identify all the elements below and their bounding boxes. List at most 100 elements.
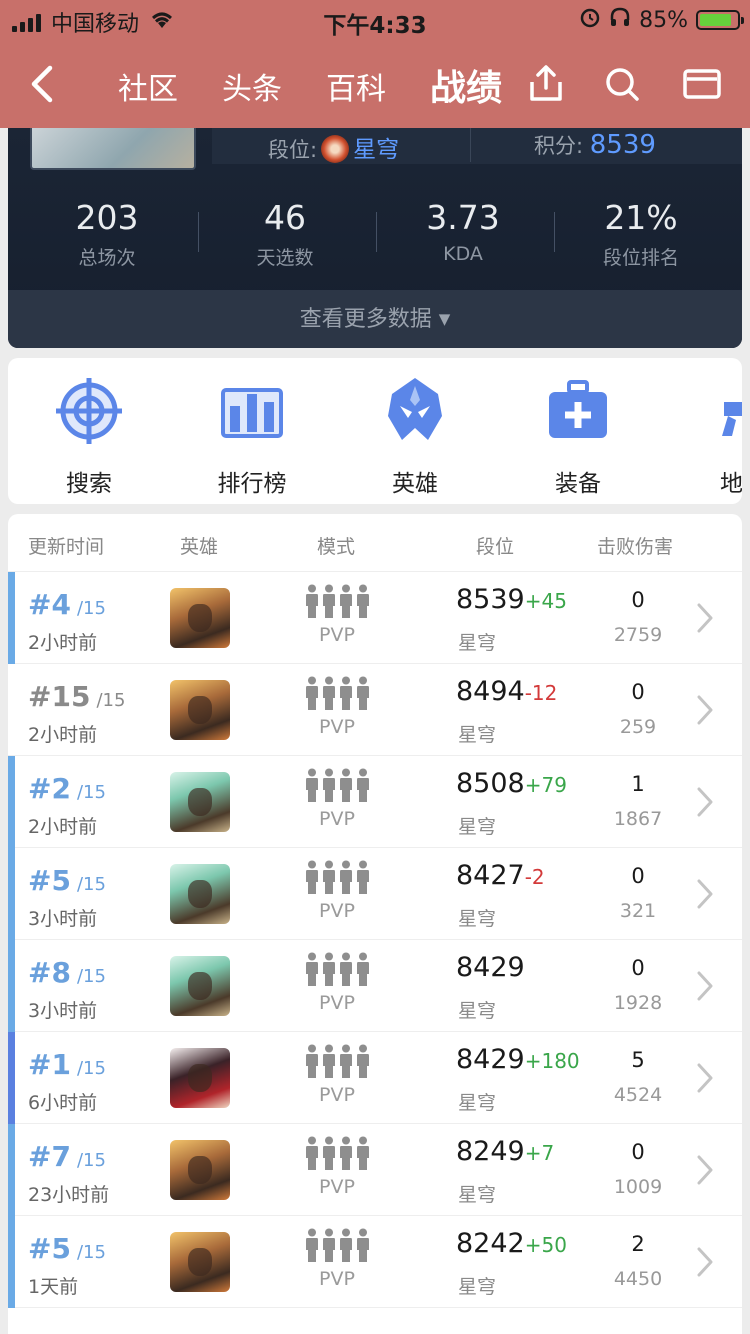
table-row[interactable]: #15/15 2小时前 PVP 8494-12 星穹 0 259	[8, 664, 742, 756]
score-cell: 8539+45	[456, 584, 567, 615]
placement-number: #1	[28, 1048, 71, 1081]
score-delta: +7	[524, 1141, 555, 1165]
updated-time: 2小时前	[28, 724, 98, 746]
tab-community[interactable]: 社区	[118, 64, 178, 108]
damage-value: 1928	[613, 992, 663, 1014]
menu-search[interactable]: 搜索	[14, 376, 164, 498]
menu-equipment[interactable]: 装备	[503, 376, 653, 498]
hero-avatar[interactable]	[170, 864, 230, 924]
updated-time: 6小时前	[28, 1092, 98, 1114]
table-row[interactable]: #2/15 2小时前 PVP 8508+79 星穹 1 1867	[8, 756, 742, 848]
chevron-right-icon	[697, 787, 713, 817]
kills-value: 1	[631, 772, 645, 796]
score-cell: 8249+7	[456, 1136, 554, 1167]
rank-emblem-icon	[321, 135, 350, 163]
search-icon[interactable]	[602, 64, 642, 104]
tab-records[interactable]: 战绩	[430, 59, 502, 111]
mode-cell: PVP	[302, 1136, 372, 1198]
hero-avatar[interactable]	[170, 680, 230, 740]
avatar[interactable]	[30, 128, 196, 170]
placement-number: #2	[28, 772, 71, 805]
rank-name: 星穹	[458, 1184, 497, 1206]
chevron-right-icon	[697, 1063, 713, 1093]
mode-cell: PVP	[302, 952, 372, 1014]
four-players-icon	[302, 676, 372, 710]
highlight-bar	[8, 848, 15, 940]
placement-number: #7	[28, 1140, 71, 1173]
mode-cell: PVP	[302, 1044, 372, 1106]
placement: #4/15	[28, 588, 106, 621]
rank-name: 星穹	[458, 1092, 497, 1114]
placement: #1/15	[28, 1048, 106, 1081]
score-cell: 8508+79	[456, 768, 567, 799]
placement-total: /15	[76, 598, 106, 619]
placement-total: /15	[76, 1058, 106, 1079]
score-cell: 8242+50	[456, 1228, 567, 1259]
damage-value: 4524	[613, 1084, 663, 1106]
kills-value: 0	[631, 956, 645, 980]
menu-label: 英雄	[392, 471, 438, 497]
hero-avatar[interactable]	[170, 956, 230, 1016]
score-delta: -2	[524, 865, 545, 889]
stat-kda: 3.73 KDA	[378, 198, 548, 265]
menu-map[interactable]: 地	[666, 376, 742, 498]
placement-number: #8	[28, 956, 71, 989]
score-value: 8429	[456, 952, 525, 983]
score-value: 8249	[456, 1136, 525, 1167]
menu-heroes[interactable]: 英雄	[340, 376, 490, 498]
rank-label: 段位:	[268, 138, 318, 162]
rank-name: 星穹	[458, 1000, 497, 1022]
stat-label: 总场次	[78, 247, 136, 269]
four-players-icon	[302, 768, 372, 802]
back-arrow-icon[interactable]	[24, 62, 64, 106]
menu-leaderboard[interactable]: 排行榜	[177, 376, 327, 498]
rank-name: 星穹	[458, 816, 497, 838]
placement: #8/15	[28, 956, 106, 989]
stat-value: 3.73	[426, 198, 500, 237]
header-mode: 模式	[317, 536, 356, 558]
highlight-bar	[8, 1124, 15, 1216]
hero-avatar[interactable]	[170, 772, 230, 832]
damage-value: 1867	[613, 808, 663, 830]
table-row[interactable]: #8/15 3小时前 PVP 8429 星穹 0 1928	[8, 940, 742, 1032]
hero-avatar[interactable]	[170, 1048, 230, 1108]
table-header: 更新时间 英雄 模式 段位 击败伤害	[8, 514, 742, 572]
more-data-button[interactable]: 查看更多数据 ▼	[8, 290, 742, 348]
table-row[interactable]: #5/15 1天前 PVP 8242+50 星穹 2 4450	[8, 1216, 742, 1308]
table-row[interactable]: #5/15 3小时前 PVP 8427-2 星穹 0 321	[8, 848, 742, 940]
share-icon[interactable]	[526, 64, 566, 104]
table-row[interactable]: #1/15 6小时前 PVP 8429+180 星穹 5 4524	[8, 1032, 742, 1124]
header-hero: 英雄	[180, 536, 219, 558]
placement: #5/15	[28, 1232, 106, 1265]
table-row[interactable]: #4/15 2小时前 PVP 8539+45 星穹 0 2759	[8, 572, 742, 664]
alarm-icon	[579, 6, 601, 34]
header-kills-damage: 击败伤害	[597, 536, 674, 558]
placement-total: /15	[76, 1242, 106, 1263]
damage-value: 2759	[613, 624, 663, 646]
map-icon	[722, 402, 742, 436]
hero-avatar[interactable]	[170, 1232, 230, 1292]
hero-avatar[interactable]	[170, 1140, 230, 1200]
hero-avatar[interactable]	[170, 588, 230, 648]
table-row[interactable]: #7/15 23小时前 PVP 8249+7 星穹 0 1009	[8, 1124, 742, 1216]
crosshair-icon	[56, 378, 122, 444]
four-players-icon	[302, 952, 372, 986]
updated-time: 3小时前	[28, 908, 98, 930]
battery-percent: 85%	[639, 7, 688, 33]
tab-headlines[interactable]: 头条	[222, 64, 282, 108]
rank-row: 段位: 星穹	[268, 130, 399, 164]
mode-label: PVP	[319, 1084, 355, 1106]
stat-value: 203	[75, 198, 139, 237]
damage-value: 259	[619, 716, 657, 738]
placement: #5/15	[28, 864, 106, 897]
score-cell: 8429+180	[456, 1044, 580, 1075]
stat-total-games: 203 总场次	[22, 198, 192, 270]
placement-number: #5	[28, 1232, 71, 1265]
tab-wiki[interactable]: 百科	[326, 64, 386, 108]
score-value: 8539	[589, 130, 656, 160]
mail-icon[interactable]	[682, 64, 722, 104]
four-players-icon	[302, 860, 372, 894]
stat-chosen-count: 46 天选数	[200, 198, 370, 270]
kills-value: 0	[631, 588, 645, 612]
score-value: 8429	[456, 1044, 525, 1075]
